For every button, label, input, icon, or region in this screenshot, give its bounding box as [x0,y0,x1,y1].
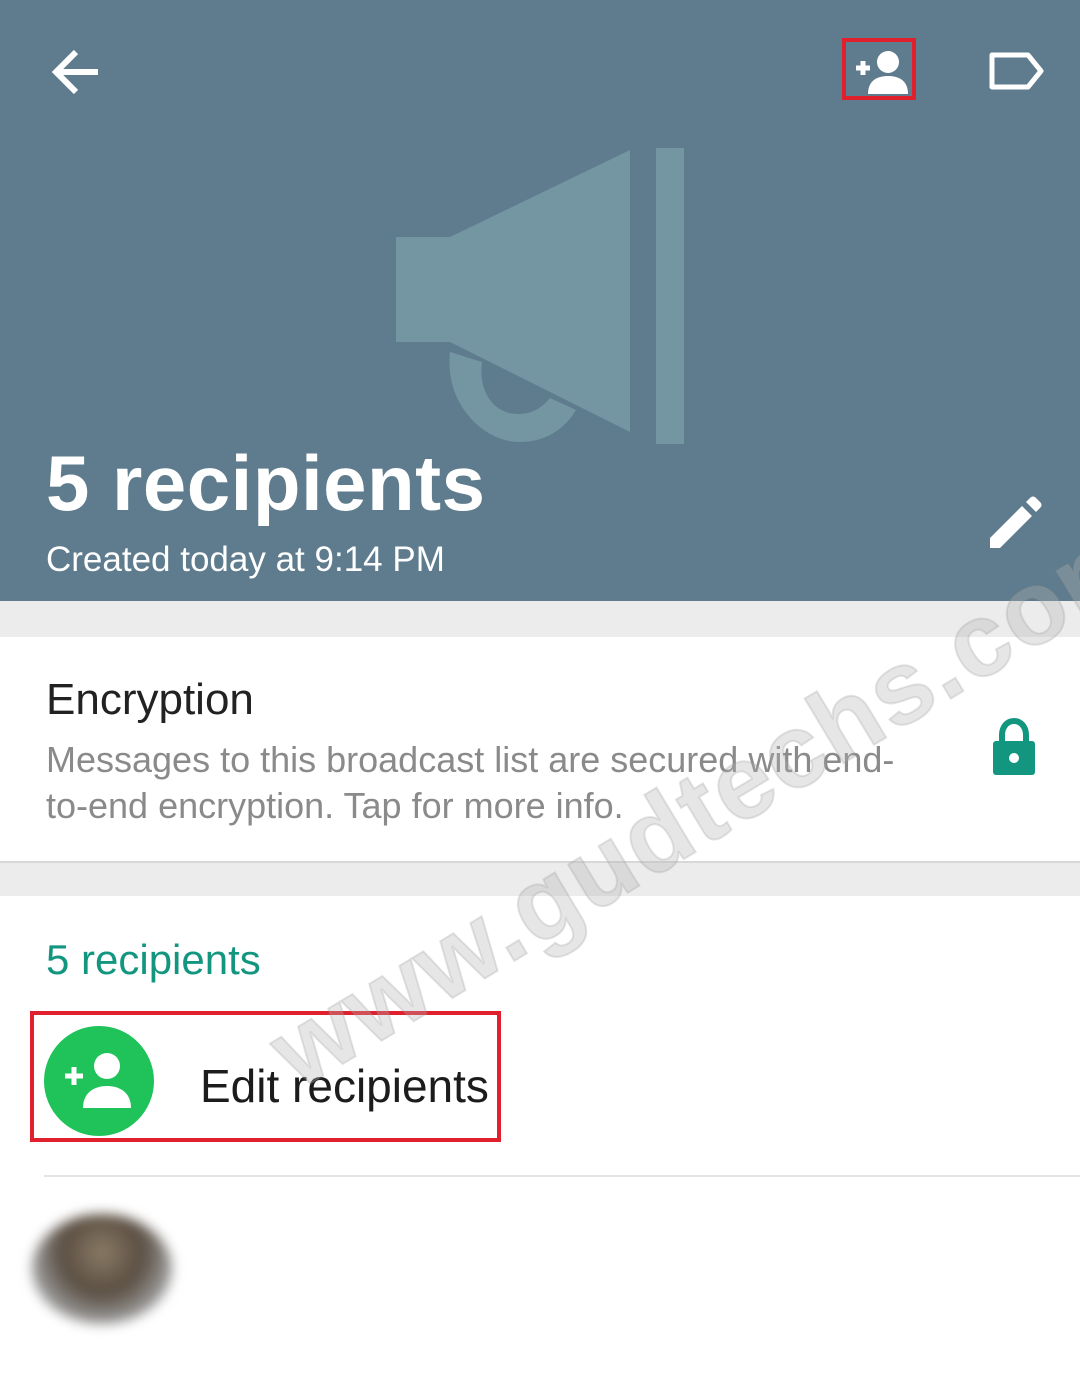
label-tag-icon [989,52,1044,90]
list-item[interactable] [0,1200,1080,1340]
list-divider [44,1175,1080,1177]
contact-status [180,1288,780,1322]
encryption-title: Encryption [46,675,254,724]
section-divider [0,861,1080,896]
edit-recipients-button[interactable]: Edit recipients [30,1011,501,1142]
label-button[interactable] [984,46,1046,96]
edit-name-button[interactable] [982,494,1044,556]
back-button[interactable] [44,40,108,104]
edit-recipients-label: Edit recipients [200,1060,489,1112]
contact-name [180,1220,550,1260]
avatar [32,1214,172,1324]
person-add-icon [856,51,908,94]
add-recipient-button[interactable] [842,38,916,100]
broadcast-list-info-screen: 5 recipients Created today at 9:14 PM En… [0,0,1080,1392]
recipients-count-label: 5 recipients [46,936,261,983]
broadcast-created-date: Created today at 9:14 PM [46,540,445,579]
person-add-icon [65,1053,131,1108]
add-recipient-avatar [44,1026,154,1136]
arrow-back-icon [51,49,98,95]
megaphone-icon [396,148,684,444]
section-divider [0,601,1080,637]
pencil-icon [990,496,1042,548]
broadcast-title: 5 recipients [46,439,486,527]
broadcast-header: 5 recipients Created today at 9:14 PM [0,0,1080,601]
lock-icon [993,717,1035,775]
encryption-row[interactable]: Encryption Messages to this broadcast li… [0,637,1080,861]
encryption-description: Messages to this broadcast list are secu… [46,739,895,826]
